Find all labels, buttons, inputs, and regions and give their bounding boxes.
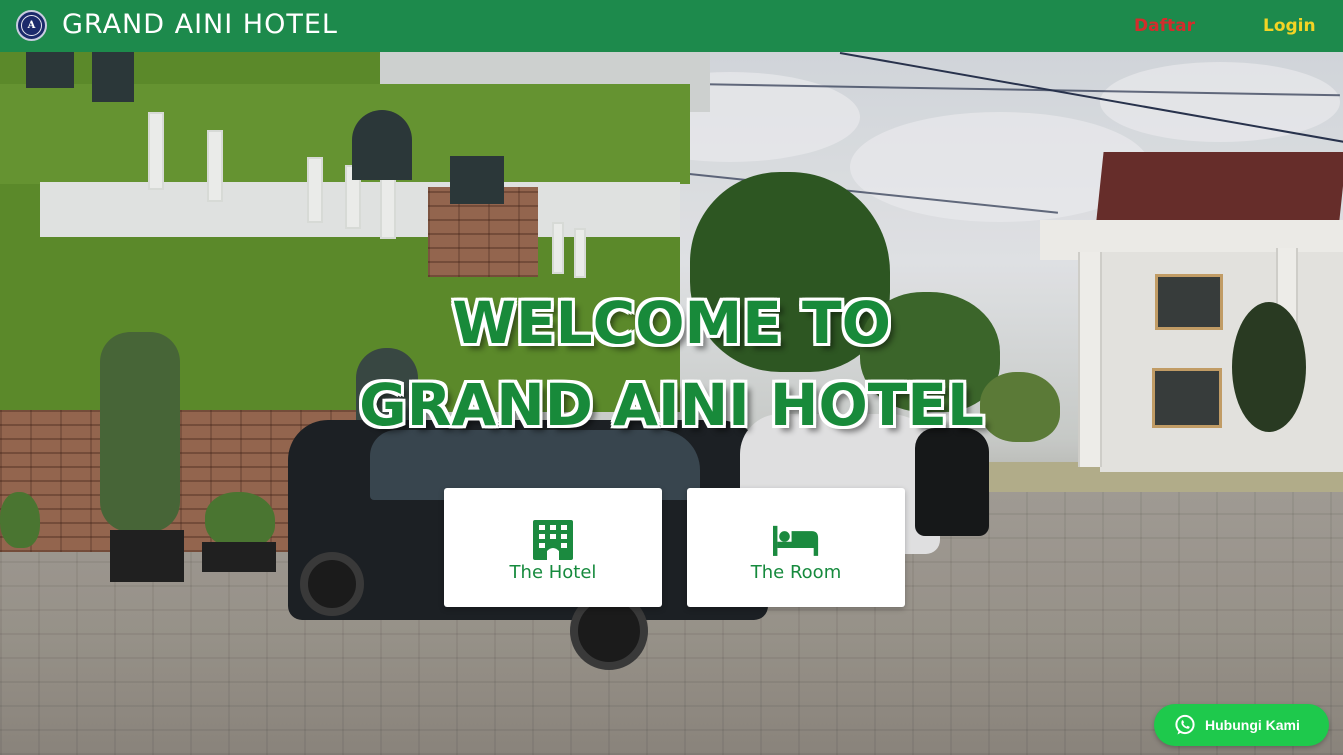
welcome-heading-line1: WELCOME TO [452,289,891,357]
hotel-emblem-icon: A [21,15,42,36]
brand-title[interactable]: GRAND AINI HOTEL [62,9,338,40]
nav-link-login[interactable]: Login [1263,16,1316,36]
the-hotel-card[interactable]: The Hotel [444,488,662,607]
bed-icon [773,520,819,560]
top-navbar: A GRAND AINI HOTEL Daftar Login [0,0,1343,52]
hubungi-kami-button[interactable]: Hubungi Kami [1154,704,1329,746]
whatsapp-icon [1174,714,1196,736]
the-hotel-label: The Hotel [509,562,597,583]
hotel-logo[interactable]: A [16,10,47,41]
nav-link-daftar[interactable]: Daftar [1134,16,1195,36]
hubungi-kami-label: Hubungi Kami [1205,717,1300,733]
the-room-card[interactable]: The Room [687,488,905,607]
welcome-heading: WELCOME TO GRAND AINI HOTEL [0,282,1343,446]
the-room-label: The Room [750,562,842,583]
welcome-heading-line2: GRAND AINI HOTEL [359,371,984,439]
hotel-building-icon [530,520,576,560]
